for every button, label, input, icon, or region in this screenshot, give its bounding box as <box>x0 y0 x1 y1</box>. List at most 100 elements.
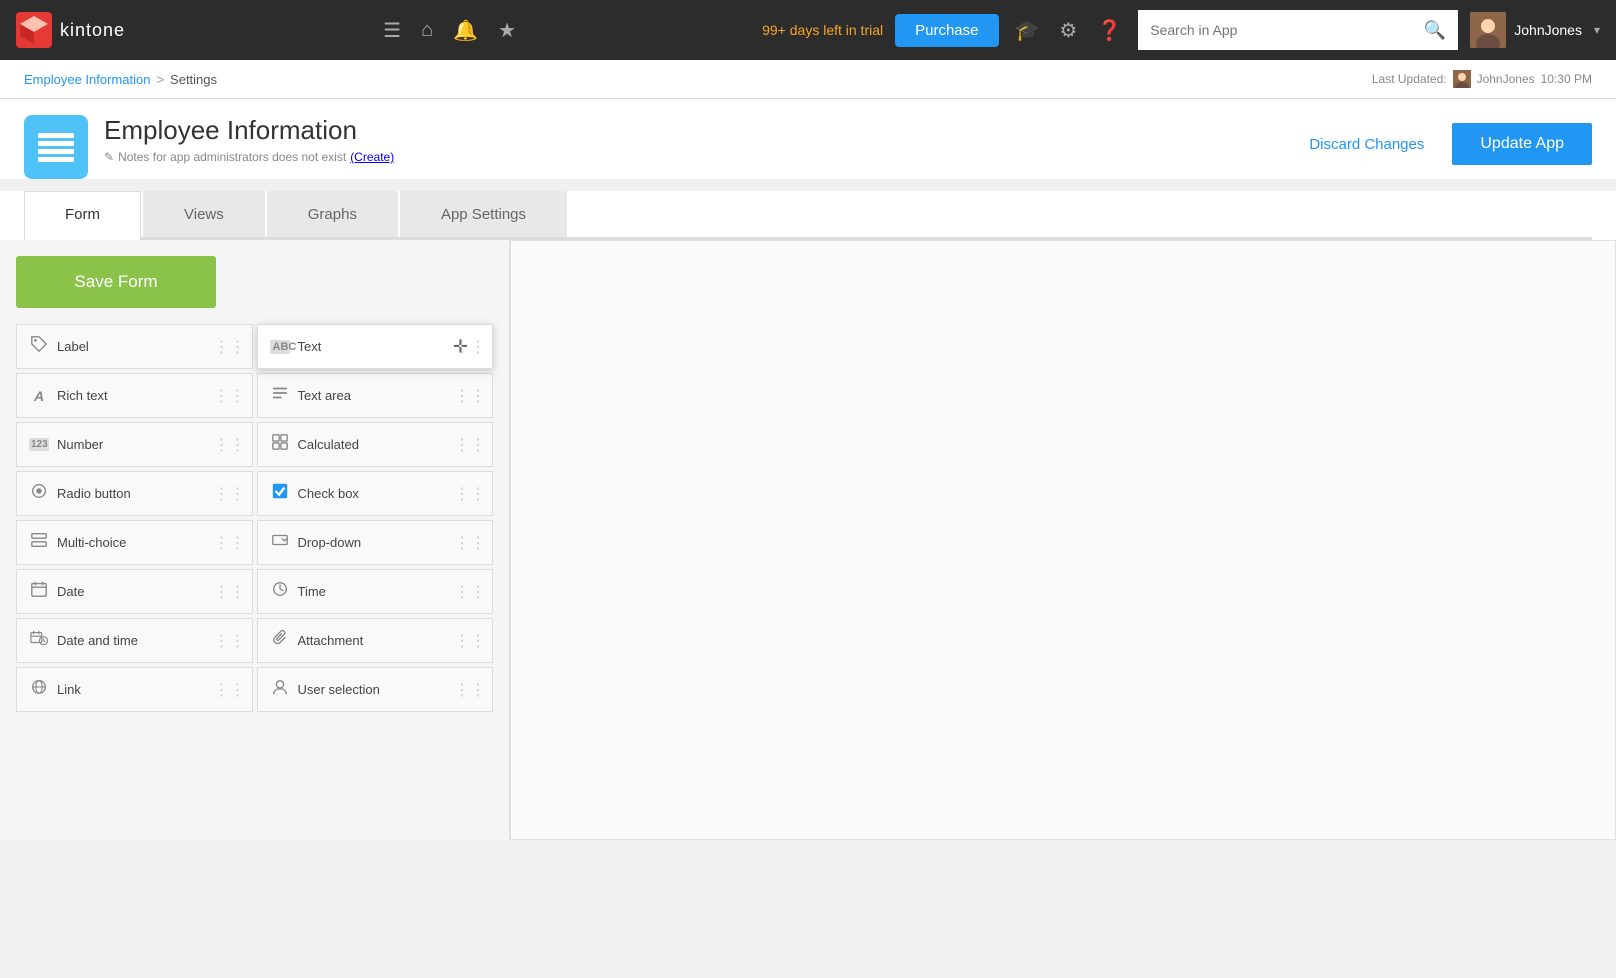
search-icon[interactable]: 🔍 <box>1424 20 1446 41</box>
drag-handle-calculated: ⋮⋮ <box>454 435 486 455</box>
field-calculated-label: Calculated <box>298 437 359 452</box>
app-title-text: Employee Information ✎ Notes for app adm… <box>104 115 394 164</box>
breadcrumb-app-link[interactable]: Employee Information <box>24 72 150 87</box>
multi-choice-icon <box>29 531 49 554</box>
drag-handle-date-time: ⋮⋮ <box>214 631 246 651</box>
app-notes: ✎ Notes for app administrators does not … <box>104 150 394 164</box>
last-updated-user: JohnJones <box>1477 72 1535 86</box>
clock-icon <box>270 580 290 603</box>
notes-text: Notes for app administrators does not ex… <box>118 150 346 164</box>
create-notes-link[interactable]: (Create) <box>350 150 394 164</box>
search-bar: 🔍 <box>1138 10 1458 50</box>
drag-handle-text: ⋮⋮ <box>454 337 486 357</box>
save-form-button[interactable]: Save Form <box>16 256 216 308</box>
update-app-button[interactable]: Update App <box>1452 123 1592 165</box>
tab-graphs[interactable]: Graphs <box>267 191 398 237</box>
field-item-drop-down[interactable]: Drop-down ⋮⋮ <box>257 520 494 565</box>
bell-button[interactable]: 🔔 <box>445 10 486 51</box>
header-actions: Discard Changes Update App <box>1293 115 1592 165</box>
logo-text: kintone <box>60 20 125 41</box>
paperclip-icon <box>270 629 290 652</box>
tabs: Form Views Graphs App Settings <box>24 191 1592 240</box>
drag-handle-multi-choice: ⋮⋮ <box>214 533 246 553</box>
field-item-text-area[interactable]: Text area ⋮⋮ <box>257 373 494 418</box>
tab-views[interactable]: Views <box>143 191 265 237</box>
breadcrumb-separator: > <box>156 72 164 87</box>
field-time-label: Time <box>298 584 326 599</box>
check-box-icon <box>270 482 290 505</box>
field-item-number[interactable]: 123 Number ⋮⋮ <box>16 422 253 467</box>
drag-handle-user-selection: ⋮⋮ <box>454 680 486 700</box>
field-item-label[interactable]: Label ⋮⋮ <box>16 324 253 369</box>
star-button[interactable]: ★ <box>490 10 524 51</box>
field-item-date[interactable]: Date ⋮⋮ <box>16 569 253 614</box>
drag-handle-attachment: ⋮⋮ <box>454 631 486 651</box>
field-text-area-label: Text area <box>298 388 351 403</box>
abc-icon: ABC <box>270 340 290 354</box>
last-updated-time: 10:30 PM <box>1541 72 1592 86</box>
field-date-label: Date <box>57 584 84 599</box>
field-item-text[interactable]: ABC Text ✛ ⋮⋮ <box>257 324 494 369</box>
field-drop-down-label: Drop-down <box>298 535 362 550</box>
field-date-time-label: Date and time <box>57 633 138 648</box>
drag-handle-rich-text: ⋮⋮ <box>214 386 246 406</box>
chevron-down-icon: ▾ <box>1594 23 1600 37</box>
app-icon <box>24 115 88 179</box>
pencil-icon: ✎ <box>104 150 114 164</box>
tab-app-settings[interactable]: App Settings <box>400 191 567 237</box>
app-header: Employee Information ✎ Notes for app adm… <box>0 99 1616 179</box>
field-link-label: Link <box>57 682 81 697</box>
field-item-radio-button[interactable]: Radio button ⋮⋮ <box>16 471 253 516</box>
text-area-icon <box>270 384 290 407</box>
search-input[interactable] <box>1150 22 1424 38</box>
field-item-multi-choice[interactable]: Multi-choice ⋮⋮ <box>16 520 253 565</box>
main-content: Save Form Label ⋮⋮ ABC Text ✛ ⋮⋮ <box>0 240 1616 840</box>
tab-form[interactable]: Form <box>24 191 141 240</box>
breadcrumb-current: Settings <box>170 72 217 87</box>
field-item-time[interactable]: Time ⋮⋮ <box>257 569 494 614</box>
user-name: JohnJones <box>1514 22 1582 38</box>
trial-text: 99+ days left in trial <box>762 22 883 38</box>
drag-handle-link: ⋮⋮ <box>214 680 246 700</box>
field-item-calculated[interactable]: Calculated ⋮⋮ <box>257 422 494 467</box>
kintone-logo-icon <box>16 12 52 48</box>
globe-icon <box>29 678 49 701</box>
field-user-selection-label: User selection <box>298 682 380 697</box>
drag-handle-check-box: ⋮⋮ <box>454 484 486 504</box>
home-button[interactable]: ⌂ <box>413 11 441 50</box>
nav-right-icons: 🎓 ⚙ ❓ <box>1007 10 1131 51</box>
logo-area: kintone <box>16 12 125 48</box>
breadcrumb: Employee Information > Settings <box>24 72 217 87</box>
field-item-link[interactable]: Link ⋮⋮ <box>16 667 253 712</box>
avatar <box>1470 12 1506 48</box>
app-title-area: Employee Information ✎ Notes for app adm… <box>24 115 394 179</box>
drag-handle-time: ⋮⋮ <box>454 582 486 602</box>
number-icon: 123 <box>29 438 49 451</box>
menu-button[interactable]: ☰ <box>375 10 409 51</box>
field-item-rich-text[interactable]: A Rich text ⋮⋮ <box>16 373 253 418</box>
purchase-button[interactable]: Purchase <box>895 14 998 47</box>
field-text-label: Text <box>298 339 322 354</box>
settings-button[interactable]: ⚙ <box>1051 10 1085 51</box>
top-navigation: kintone ☰ ⌂ 🔔 ★ 99+ days left in trial P… <box>0 0 1616 60</box>
drag-handle-number: ⋮⋮ <box>214 435 246 455</box>
field-item-user-selection[interactable]: User selection ⋮⋮ <box>257 667 494 712</box>
user-area[interactable]: JohnJones ▾ <box>1470 12 1600 48</box>
page-title: Employee Information <box>104 115 394 146</box>
drop-down-icon <box>270 531 290 554</box>
tag-icon <box>29 335 49 358</box>
user-icon <box>270 678 290 701</box>
discard-changes-button[interactable]: Discard Changes <box>1293 126 1440 163</box>
field-item-check-box[interactable]: Check box ⋮⋮ <box>257 471 494 516</box>
radio-icon <box>29 482 49 505</box>
field-grid: Label ⋮⋮ ABC Text ✛ ⋮⋮ A Rich text ⋮⋮ <box>16 324 493 712</box>
form-canvas[interactable] <box>510 240 1616 840</box>
help-button[interactable]: ❓ <box>1089 10 1130 51</box>
field-check-box-label: Check box <box>298 486 359 501</box>
drag-handle-label: ⋮⋮ <box>214 337 246 357</box>
breadcrumb-bar: Employee Information > Settings Last Upd… <box>0 60 1616 99</box>
field-item-date-time[interactable]: Date and time ⋮⋮ <box>16 618 253 663</box>
learning-button[interactable]: 🎓 <box>1007 10 1048 51</box>
field-label-label: Label <box>57 339 89 354</box>
field-item-attachment[interactable]: Attachment ⋮⋮ <box>257 618 494 663</box>
